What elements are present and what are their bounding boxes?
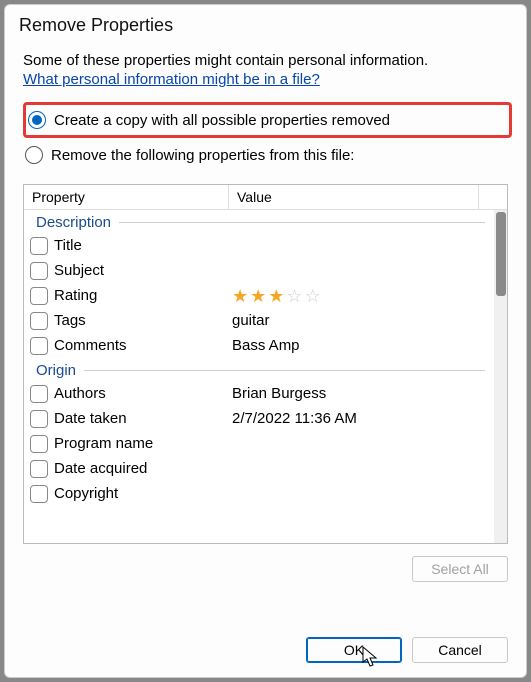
property-name: Tags: [54, 312, 232, 329]
ok-button[interactable]: OK: [306, 637, 402, 663]
group-header: Description: [24, 210, 493, 233]
group-header: Origin: [24, 358, 493, 381]
star-icon: ☆: [286, 287, 302, 305]
property-checkbox[interactable]: [30, 485, 48, 503]
property-value: guitar: [232, 312, 270, 329]
remove-following-radio[interactable]: [25, 146, 43, 164]
property-name: Subject: [54, 262, 232, 279]
property-checkbox[interactable]: [30, 237, 48, 255]
property-row[interactable]: Date acquired: [24, 456, 493, 481]
property-row[interactable]: Rating★★★☆☆: [24, 283, 493, 308]
cancel-button[interactable]: Cancel: [412, 637, 508, 663]
property-row[interactable]: Date taken2/7/2022 11:36 AM: [24, 406, 493, 431]
select-all-button[interactable]: Select All: [412, 556, 508, 582]
remove-following-label: Remove the following properties from thi…: [51, 147, 354, 164]
property-name: Date taken: [54, 410, 232, 427]
property-name: Program name: [54, 435, 232, 452]
create-copy-label: Create a copy with all possible properti…: [54, 112, 390, 129]
scrollbar-thumb[interactable]: [496, 212, 506, 296]
property-row[interactable]: Program name: [24, 431, 493, 456]
property-row[interactable]: Copyright: [24, 481, 493, 506]
property-row[interactable]: Tagsguitar: [24, 308, 493, 333]
property-name: Title: [54, 237, 232, 254]
rating-stars: ★★★☆☆: [232, 287, 321, 305]
property-value: 2/7/2022 11:36 AM: [232, 410, 357, 427]
info-link[interactable]: What personal information might be in a …: [23, 71, 508, 88]
star-icon: ★: [268, 287, 284, 305]
property-value: Brian Burgess: [232, 385, 326, 402]
remove-properties-dialog: Remove Properties Some of these properti…: [4, 4, 527, 678]
property-row[interactable]: CommentsBass Amp: [24, 333, 493, 358]
property-checkbox[interactable]: [30, 262, 48, 280]
group-divider: [84, 370, 485, 371]
property-name: Authors: [54, 385, 232, 402]
star-icon: ☆: [305, 287, 321, 305]
properties-list: Property Value Description Title Subject Ra…: [23, 184, 508, 544]
dialog-footer: OK Cancel: [5, 627, 526, 677]
column-extra: [479, 185, 507, 209]
list-header: Property Value: [24, 185, 507, 210]
property-value: Bass Amp: [232, 337, 300, 354]
star-icon: ★: [250, 287, 266, 305]
dialog-content: Some of these properties might contain p…: [5, 44, 526, 627]
property-value: ★★★☆☆: [232, 287, 321, 305]
property-checkbox[interactable]: [30, 385, 48, 403]
property-name: Comments: [54, 337, 232, 354]
create-copy-option[interactable]: Create a copy with all possible properti…: [23, 102, 512, 138]
dialog-title: Remove Properties: [5, 5, 526, 44]
create-copy-radio[interactable]: [28, 111, 46, 129]
column-property[interactable]: Property: [24, 185, 229, 209]
remove-following-option[interactable]: Remove the following properties from thi…: [23, 144, 508, 166]
intro-text: Some of these properties might contain p…: [23, 52, 508, 69]
property-name: Copyright: [54, 485, 232, 502]
property-row[interactable]: Title: [24, 233, 493, 258]
property-checkbox[interactable]: [30, 312, 48, 330]
property-row[interactable]: AuthorsBrian Burgess: [24, 381, 493, 406]
property-name: Date acquired: [54, 460, 232, 477]
list-body: DescriptionTitleSubjectRating★★★☆☆Tagsgu…: [24, 210, 507, 543]
select-all-row: Select All: [23, 544, 508, 590]
group-label: Description: [36, 214, 111, 231]
scrollbar[interactable]: [494, 210, 507, 543]
group-divider: [119, 222, 485, 223]
star-icon: ★: [232, 287, 248, 305]
property-checkbox[interactable]: [30, 287, 48, 305]
column-value[interactable]: Value: [229, 185, 479, 209]
property-name: Rating: [54, 287, 232, 304]
property-checkbox[interactable]: [30, 410, 48, 428]
property-row[interactable]: Subject: [24, 258, 493, 283]
property-checkbox[interactable]: [30, 337, 48, 355]
property-checkbox[interactable]: [30, 435, 48, 453]
group-label: Origin: [36, 362, 76, 379]
property-checkbox[interactable]: [30, 460, 48, 478]
